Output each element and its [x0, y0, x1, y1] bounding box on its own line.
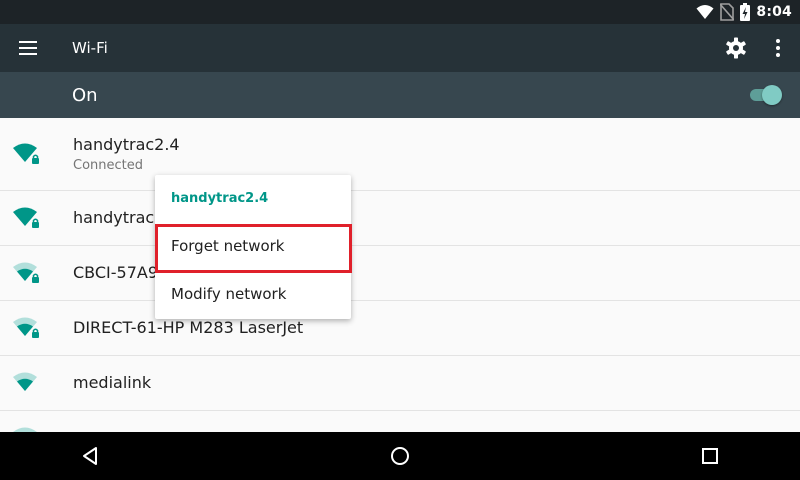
network-list: handytrac2.4 Connected handytrac2 CBCI-5… [0, 118, 800, 432]
modify-network-label: Modify network [171, 285, 287, 303]
overflow-menu-icon[interactable] [766, 36, 790, 60]
switch-thumb [762, 85, 782, 105]
network-name: handytrac2.4 [73, 135, 180, 154]
wifi-signal-icon [696, 5, 714, 19]
network-context-menu: handytrac2.4 Forget network Modify netwo… [155, 175, 352, 319]
wifi-toggle-switch[interactable] [748, 85, 782, 105]
wifi-toggle-label: On [72, 85, 98, 106]
settings-gear-icon[interactable] [724, 36, 748, 60]
network-row[interactable]: CBCI-57A9 [0, 246, 800, 301]
network-name: CBCI-57A9 [73, 263, 159, 282]
status-icons: 8:04 [696, 0, 792, 24]
back-icon[interactable] [78, 444, 102, 468]
status-bar: 8:04 [0, 0, 800, 24]
network-name: medialink [73, 373, 152, 392]
network-row-partial[interactable] [0, 411, 800, 432]
wifi-lock-full-icon [13, 143, 39, 164]
app-bar: Wi-Fi [0, 24, 800, 72]
network-name: DIRECT-61-HP M283 LaserJet [73, 318, 304, 337]
network-row[interactable]: DIRECT-61-HP M283 LaserJet [0, 301, 800, 356]
wifi-toggle-bar[interactable]: On [0, 72, 800, 118]
forget-network-item[interactable]: Forget network [155, 223, 352, 273]
forget-network-label: Forget network [171, 237, 285, 255]
network-status: Connected [73, 158, 144, 173]
home-icon[interactable] [388, 444, 412, 468]
network-row[interactable]: medialink [0, 356, 800, 411]
menu-icon[interactable] [16, 36, 40, 60]
network-name: handytrac2 [73, 208, 165, 227]
battery-charging-icon [740, 3, 751, 21]
navigation-bar [0, 432, 800, 480]
wifi-medium-icon [13, 427, 37, 432]
wifi-lock-full-icon [13, 207, 39, 228]
context-menu-title: handytrac2.4 [171, 191, 269, 206]
no-sim-icon [720, 3, 735, 21]
wifi-lock-medium-icon [13, 262, 39, 283]
modify-network-item[interactable]: Modify network [155, 271, 351, 319]
network-row[interactable]: handytrac2 [0, 191, 800, 246]
wifi-lock-medium-icon [13, 317, 39, 338]
recents-icon[interactable] [698, 444, 722, 468]
status-time: 8:04 [756, 4, 792, 20]
network-row[interactable]: handytrac2.4 Connected [0, 118, 800, 191]
wifi-medium-icon [13, 372, 37, 391]
app-title: Wi-Fi [72, 39, 108, 57]
